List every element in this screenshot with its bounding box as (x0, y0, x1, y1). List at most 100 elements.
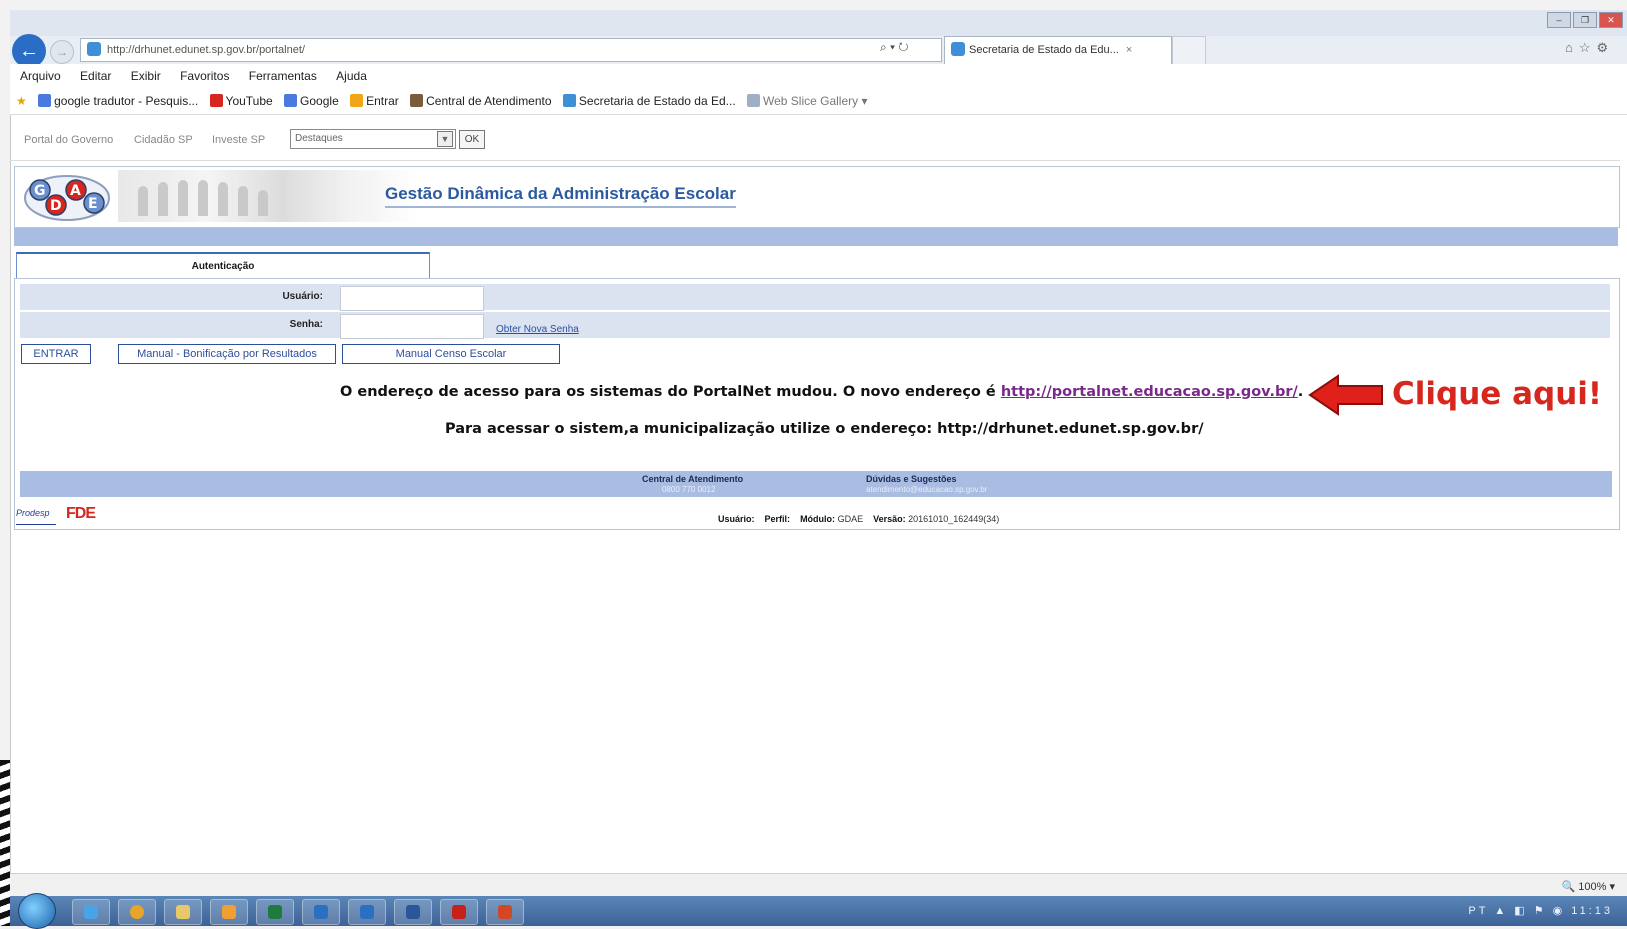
manual-census-button[interactable]: Manual Censo Escolar (342, 344, 560, 364)
back-button[interactable]: ← (12, 34, 46, 68)
favorite-youtube[interactable]: YouTube (209, 88, 273, 114)
taskbar-word-button[interactable] (394, 899, 432, 925)
meta-version-value: 20161010_162449(34) (908, 514, 1000, 524)
menu-ferramentas[interactable]: Ferramentas (249, 69, 317, 83)
svg-text:G: G (34, 183, 46, 199)
media-player-icon (222, 905, 236, 919)
support-phone: 0800 770 0012 (662, 485, 716, 494)
favorite-web-slice-gallery[interactable]: Web Slice Gallery ▾ (747, 88, 868, 114)
start-button[interactable] (18, 893, 56, 929)
tab-autenticacao[interactable]: Autenticação (16, 252, 430, 280)
new-password-link[interactable]: Obter Nova Senha (496, 324, 579, 335)
fde-logo: FDE (66, 505, 96, 522)
portalnet-link[interactable]: http://portalnet.educacao.sp.gov.br/ (1001, 384, 1298, 400)
taskbar-ie-button[interactable] (72, 899, 110, 925)
ie-page-icon (951, 42, 965, 56)
menu-bar: Arquivo Editar Exibir Favoritos Ferramen… (10, 64, 1627, 88)
notice-municipalization: Para acessar o sistem,a municipalização … (445, 421, 1204, 437)
manual-bonus-button[interactable]: Manual - Bonificação por Resultados (118, 344, 336, 364)
suggestions-title: Dúvidas e Sugestões (866, 474, 957, 484)
browser-tab-active[interactable]: Secretaria de Estado da Edu... × (944, 36, 1172, 64)
favorite-central-atendimento[interactable]: Central de Atendimento (410, 88, 552, 114)
header-divider-band (14, 228, 1618, 246)
window-controls: – ❐ ✕ (1547, 12, 1623, 28)
prodesp-logo: Prodesp (16, 508, 56, 525)
meta-user-label: Usuário: (718, 514, 755, 524)
ie-icon (84, 905, 98, 919)
building-banner-image (118, 170, 418, 222)
address-url: http://drhunet.edunet.sp.gov.br/portalne… (107, 44, 305, 56)
ie-page-icon (747, 94, 760, 107)
red-arrow-icon (1308, 374, 1383, 416)
search-refresh-icons[interactable]: ⌕ ▾ ↻ (880, 40, 909, 55)
support-title: Central de Atendimento (642, 474, 744, 484)
zoom-control[interactable]: 🔍 100% ▾ (1562, 880, 1615, 893)
taskbar-outlook-button[interactable] (302, 899, 340, 925)
taskbar-outlook2-button[interactable] (348, 899, 386, 925)
menu-editar[interactable]: Editar (80, 69, 111, 83)
gdae-logo: G D A E (24, 175, 110, 221)
favorite-entrar[interactable]: Entrar (350, 88, 399, 114)
new-tab-button[interactable] (1172, 36, 1206, 64)
svg-text:A: A (70, 183, 81, 199)
notice-text: O endereço de acesso para os sistemas do… (340, 384, 1001, 400)
ie-page-icon (87, 42, 101, 56)
menu-ajuda[interactable]: Ajuda (336, 69, 367, 83)
menu-exibir[interactable]: Exibir (131, 69, 161, 83)
support-footer: Central de Atendimento 0800 770 0012 Dúv… (20, 471, 1612, 497)
google-icon (38, 94, 52, 107)
svg-text:E: E (88, 196, 98, 212)
link-cidadao-sp[interactable]: Cidadão SP (134, 134, 193, 146)
favorite-google-tradutor[interactable]: google tradutor - Pesquis... (38, 88, 198, 114)
menu-arquivo[interactable]: Arquivo (20, 69, 61, 83)
tab-close-icon[interactable]: × (1126, 44, 1132, 56)
outlook-icon (314, 905, 328, 919)
meta-module-label: Módulo: (800, 514, 836, 524)
left-edge-decoration (0, 760, 10, 926)
svg-text:D: D (50, 198, 62, 214)
suggestions-email-link[interactable]: atendimento@educacao.sp.gov.br (866, 485, 987, 494)
link-portal-governo[interactable]: Portal do Governo (24, 134, 113, 146)
menu-favoritos[interactable]: Favoritos (180, 69, 229, 83)
meta-module-value: GDAE (837, 514, 864, 524)
taskbar-excel-button[interactable] (256, 899, 294, 925)
ie-page-icon (562, 94, 576, 107)
taskbar-chrome-button[interactable] (118, 899, 156, 925)
minimize-button[interactable]: – (1547, 12, 1571, 28)
google-icon (284, 94, 298, 107)
excel-icon (268, 905, 282, 919)
system-tray[interactable]: PT ▲ ◧ ⚑ ◉ 11:13 (1468, 904, 1613, 917)
ok-button[interactable]: OK (459, 130, 485, 149)
user-input[interactable] (340, 286, 484, 311)
password-row: Senha: (20, 312, 1610, 339)
notice-period: . (1297, 384, 1304, 400)
highlights-select-value: Destaques (295, 133, 343, 144)
favorite-google[interactable]: Google (284, 88, 339, 114)
taskbar-media-button[interactable] (210, 899, 248, 925)
notice-new-address: O endereço de acesso para os sistemas do… (340, 384, 1303, 400)
taskbar-explorer-button[interactable] (164, 899, 202, 925)
password-label: Senha: (289, 319, 323, 330)
link-investe-sp[interactable]: Investe SP (212, 134, 265, 146)
favorites-star-icon[interactable]: ★ (16, 88, 27, 114)
address-input[interactable]: http://drhunet.edunet.sp.gov.br/portalne… (80, 38, 942, 62)
favorite-secretaria[interactable]: Secretaria de Estado da Ed... (562, 88, 736, 114)
password-input[interactable] (340, 314, 484, 339)
government-bar: Portal do Governo Cidadão SP Investe SP (10, 120, 1620, 161)
taskbar-powerpoint-button[interactable] (486, 899, 524, 925)
user-label: Usuário: (282, 291, 323, 302)
taskbar-acrobat-button[interactable] (440, 899, 478, 925)
forward-button[interactable]: → (50, 40, 74, 64)
user-row: Usuário: (20, 284, 1610, 311)
close-window-button[interactable]: ✕ (1599, 12, 1623, 28)
home-favorites-settings-icons[interactable]: ⌂☆⚙ (1565, 40, 1614, 56)
meta-profile-label: Perfil: (764, 514, 791, 524)
enter-button[interactable]: ENTRAR (21, 344, 91, 364)
windows-icon (350, 94, 364, 107)
favorites-bar: ★ google tradutor - Pesquis... YouTube G… (10, 88, 1627, 115)
youtube-icon (209, 94, 223, 107)
acrobat-icon (452, 905, 466, 919)
site-icon (410, 94, 424, 107)
highlights-select[interactable]: Destaques ▼ (290, 129, 456, 149)
maximize-button[interactable]: ❐ (1573, 12, 1597, 28)
